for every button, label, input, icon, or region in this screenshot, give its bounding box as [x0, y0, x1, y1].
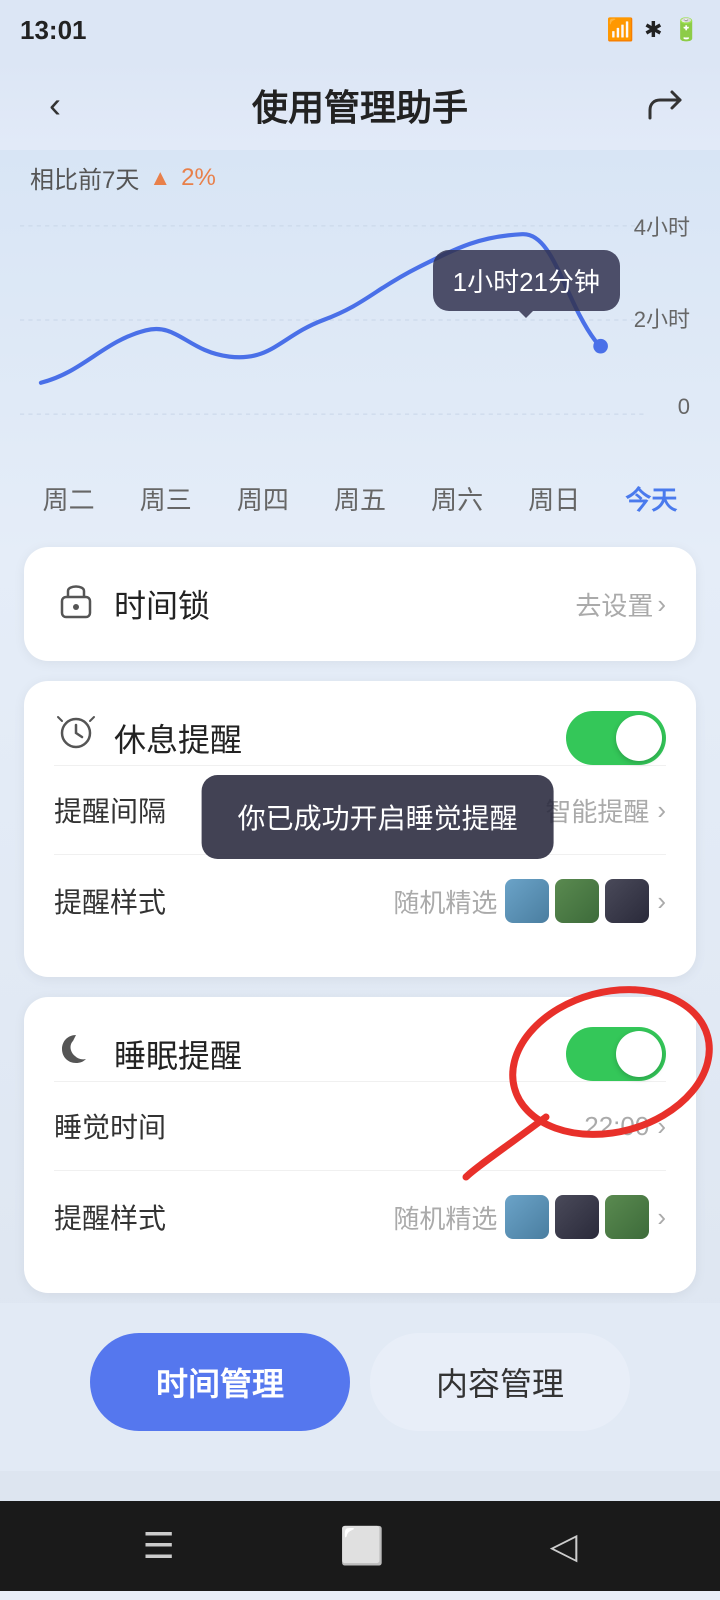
rest-style-text: 随机精选 [393, 883, 497, 920]
top-bar: ‹ 使用管理助手 [0, 60, 720, 150]
sleep-time-value-text: 22:00 [584, 1111, 649, 1142]
stats-percent: 2% [181, 164, 216, 192]
day-label-0: 周二 [43, 480, 95, 517]
sleep-thumb-1 [505, 1195, 549, 1239]
main-content: 相比前7天 ▲ 2% 4小时 2小时 0 1小时21分钟 周二 周三 周四 周五 [0, 150, 720, 1501]
time-lock-header: 时间锁 去设置 › [54, 577, 666, 631]
day-labels: 周二 周三 周四 周五 周六 周日 今天 [0, 480, 720, 537]
chart-label-4h: 4小时 [634, 210, 690, 242]
toast-notification: 你已成功开启睡觉提醒 [202, 775, 554, 859]
sleep-thumb-2 [555, 1195, 599, 1239]
rest-style-thumbs [505, 879, 649, 923]
day-label-2: 周四 [237, 480, 289, 517]
sleep-style-text: 随机精选 [393, 1199, 497, 1236]
chart-container: 4小时 2小时 0 1小时21分钟 [0, 200, 720, 480]
chart-y-labels: 4小时 2小时 0 [634, 210, 690, 420]
sleep-reminder-icon [54, 1027, 98, 1081]
status-icons: 📶 ✱ 🔋 [607, 17, 700, 43]
rest-interval-label: 提醒间隔 [54, 790, 166, 830]
sleep-time-row[interactable]: 睡觉时间 22:00 › [54, 1081, 666, 1170]
sleep-thumb-3 [605, 1195, 649, 1239]
day-label-4: 周六 [431, 480, 483, 517]
sleep-card-wrapper: 睡眠提醒 睡觉时间 22:00 › 提醒样式 随机精选 [24, 997, 696, 1293]
sleep-style-thumbs [505, 1195, 649, 1239]
sleep-reminder-card: 睡眠提醒 睡觉时间 22:00 › 提醒样式 随机精选 [24, 997, 696, 1293]
time-lock-icon [54, 577, 98, 631]
rest-style-chevron-icon: › [657, 886, 666, 917]
sleep-reminder-toggle[interactable] [566, 1027, 666, 1081]
chart-tooltip: 1小时21分钟 [433, 250, 620, 311]
rest-style-value: 随机精选 › [393, 879, 666, 923]
menu-icon[interactable]: ☰ [143, 1525, 175, 1567]
rest-interval-value-text: 智能提醒 [545, 792, 649, 829]
sleep-reminder-toggle-knob [616, 1031, 662, 1077]
share-icon [644, 84, 686, 126]
time-lock-title: 时间锁 [114, 581, 210, 627]
signal-icon: 📶 [607, 17, 634, 43]
bottom-buttons: 时间管理 内容管理 [0, 1303, 720, 1471]
chart-tooltip-text: 1小时21分钟 [453, 267, 600, 297]
day-label-1: 周三 [140, 480, 192, 517]
rest-thumb-1 [505, 879, 549, 923]
sleep-style-chevron-icon: › [657, 1202, 666, 1233]
chart-label-2h: 2小时 [634, 302, 690, 334]
content-management-button[interactable]: 内容管理 [370, 1333, 630, 1431]
sleep-time-value: 22:00 › [584, 1111, 666, 1142]
rest-reminder-toggle[interactable] [566, 711, 666, 765]
time-lock-action-text: 去设置 [575, 586, 653, 623]
cards-section: 时间锁 去设置 › 休 [0, 537, 720, 1303]
rest-thumb-2 [555, 879, 599, 923]
time-lock-chevron-icon: › [657, 589, 666, 620]
rest-style-label: 提醒样式 [54, 881, 166, 921]
back-nav-icon[interactable]: ◁ [550, 1525, 578, 1567]
sleep-style-label: 提醒样式 [54, 1197, 166, 1237]
time-lock-card: 时间锁 去设置 › [24, 547, 696, 661]
rest-style-row[interactable]: 提醒样式 随机精选 › [54, 854, 666, 947]
rest-reminder-icon [54, 711, 98, 765]
back-button[interactable]: ‹ [30, 80, 80, 130]
chart-label-0: 0 [634, 394, 690, 420]
rest-reminder-card: 休息提醒 你已成功开启睡觉提醒 提醒间隔 智能提醒 › [24, 681, 696, 977]
sleep-reminder-title: 睡眠提醒 [114, 1031, 242, 1077]
rest-interval-chevron-icon: › [657, 795, 666, 826]
rest-reminder-title: 休息提醒 [114, 715, 242, 761]
bluetooth-icon: ✱ [644, 17, 662, 43]
stats-arrow-icon: ▲ [149, 165, 171, 191]
rest-reminder-toggle-knob [616, 715, 662, 761]
status-time: 13:01 [20, 15, 87, 46]
day-label-5: 周日 [528, 480, 580, 517]
status-bar: 13:01 📶 ✱ 🔋 [0, 0, 720, 60]
share-button[interactable] [640, 80, 690, 130]
bottom-nav: ☰ ⬜ ◁ [0, 1501, 720, 1591]
sleep-reminder-header: 睡眠提醒 [54, 1027, 666, 1081]
battery-icon: 🔋 [673, 17, 700, 43]
page-title: 使用管理助手 [252, 79, 468, 131]
sleep-time-chevron-icon: › [657, 1111, 666, 1142]
toast-text: 你已成功开启睡觉提醒 [238, 803, 518, 834]
chart-svg [20, 200, 700, 440]
rest-reminder-header: 休息提醒 [54, 711, 666, 765]
sleep-style-row[interactable]: 提醒样式 随机精选 › [54, 1170, 666, 1263]
day-label-today: 今天 [625, 480, 677, 517]
rest-reminder-title-group: 休息提醒 [54, 711, 242, 765]
sleep-time-label: 睡觉时间 [54, 1106, 166, 1146]
sleep-style-value: 随机精选 › [393, 1195, 666, 1239]
rest-thumb-3 [605, 879, 649, 923]
time-management-button[interactable]: 时间管理 [90, 1333, 350, 1431]
home-icon[interactable]: ⬜ [340, 1525, 385, 1567]
time-lock-action[interactable]: 去设置 › [575, 586, 666, 623]
sleep-reminder-title-group: 睡眠提醒 [54, 1027, 242, 1081]
time-lock-title-group: 时间锁 [54, 577, 210, 631]
rest-interval-value: 智能提醒 › [545, 792, 666, 829]
stats-row: 相比前7天 ▲ 2% [0, 150, 720, 200]
day-label-3: 周五 [334, 480, 386, 517]
back-chevron-icon: ‹ [49, 84, 61, 126]
stats-label: 相比前7天 [30, 160, 139, 195]
